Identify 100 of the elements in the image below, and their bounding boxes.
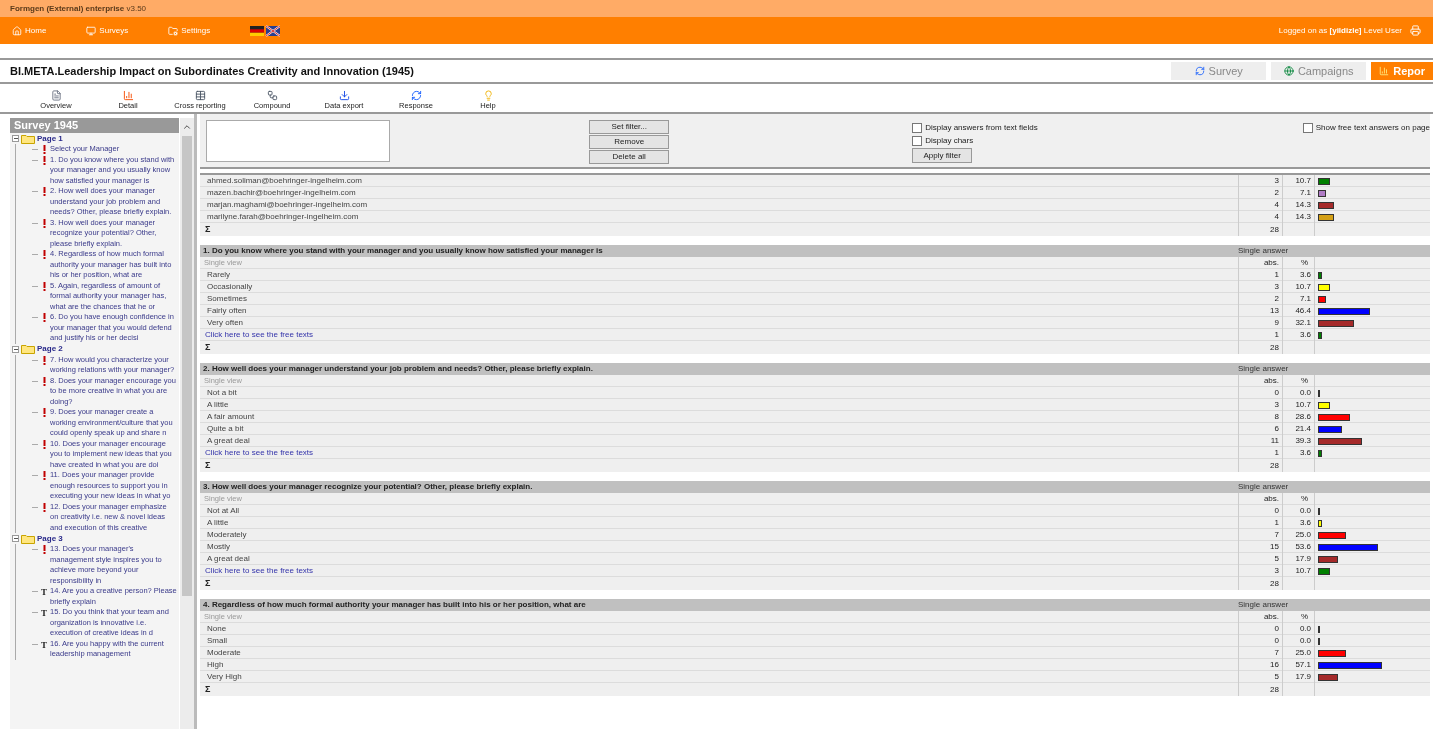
folder-icon [21,533,35,544]
answer-label: Rarely [206,269,232,281]
filter-button[interactable]: Remove [589,135,670,149]
tree-page[interactable]: Page 2 [37,343,63,355]
answer-label: Moderate [206,647,242,659]
lightbulb-icon [482,90,494,101]
free-texts-link[interactable]: Click here to see the free texts [200,565,1238,577]
exclamation-icon [42,218,46,228]
answer-label: A little [206,517,230,529]
filter-field[interactable] [206,120,391,162]
answer-label: High [206,659,225,671]
answer-label: Quite a bit [206,423,245,435]
answer-label: mazen.bachir@boehringer-ingelheim.com [206,187,357,199]
refresh-icon [410,90,422,101]
free-texts-link[interactable]: Click here to see the free texts [200,329,1238,341]
tree-page[interactable]: Page 1 [37,132,63,145]
exclamation-icon [42,408,46,417]
answer-label: Very often [206,317,245,329]
total-value: 28 [1238,683,1282,696]
total-value: 28 [1238,341,1282,354]
answer-label: Moderately [206,529,248,541]
answer-label: None [206,623,228,635]
login-status: Logged on as [yildizle] Level User [1278,24,1402,37]
answer-label: Not at All [206,505,240,517]
exclamation-icon [42,376,46,386]
sum-symbol: Σ [204,341,212,354]
question-title: 1. Do you know where you stand with your manager and you usually know how satisfied your manager is [202,245,604,257]
globe-icon [1283,66,1294,76]
text-marker: T [41,587,47,599]
answer-label: Occasionally [206,281,254,293]
total-value: 28 [1238,459,1282,472]
collapse-icon[interactable] [12,135,19,142]
answer-label: marilyne.farah@boehringer-ingelheim.com [206,211,360,223]
answer-type: Single answer [1238,481,1290,493]
filter-button[interactable]: Delete all [589,150,670,164]
exclamation-icon [42,545,46,554]
sum-symbol: Σ [204,223,212,236]
exclamation-icon [42,471,46,480]
exclamation-icon [42,502,46,512]
question-title: 3. How well does your manager recognize your potential? Other, please briefly explain. [202,481,534,493]
answer-label: A little [206,399,230,411]
question-title: 4. Regardless of how much formal authority your manager has built into his or her position, what are [202,599,587,611]
sum-symbol: Σ [204,459,212,472]
document-icon [50,90,62,101]
checkbox[interactable] [912,135,923,146]
answer-label: marjan.maghami@boehringer-ingelheim.com [206,199,369,211]
free-texts-link[interactable]: Click here to see the free texts [200,447,1238,459]
answer-label: Sometimes [206,293,248,305]
checkbox[interactable] [1302,122,1313,133]
answer-type: Single answer [1238,599,1290,611]
text-marker: T [41,608,47,620]
app-title: Formgen (External) enterprise v3.50 [10,2,147,15]
answer-label: Very High [206,671,243,683]
exclamation-icon [42,187,46,196]
sum-symbol: Σ [204,683,212,696]
answer-type: Single answer [1238,363,1290,375]
page-title: BI.META.Leadership Impact on Subordinates Creativity and Innovation (1945) [10,63,414,79]
flow-icon [266,90,278,101]
apply-filter-button[interactable]: Apply filter [912,148,973,163]
exclamation-icon [42,313,46,322]
sum-symbol: Σ [204,577,212,590]
exclamation-icon [42,250,46,259]
filter-button[interactable]: Set filter... [589,120,670,134]
collapse-icon[interactable] [12,535,19,542]
tree-page[interactable]: Page 3 [37,532,63,545]
flags-icon[interactable] [250,24,281,37]
download-icon [338,90,350,101]
answer-label: ahmed.soliman@boehringer-ingelheim.com [206,175,363,187]
bar-chart-icon [122,90,134,101]
checkbox-label: Display answers from text fields [925,121,1038,134]
total-value: 28 [1238,223,1282,236]
folder-gear-icon [168,25,179,36]
answer-label: Mostly [206,541,232,553]
scroll-up-icon[interactable] [182,122,193,132]
table-icon [194,90,206,101]
total-value: 28 [1238,577,1282,590]
folder-icon [21,344,35,354]
checkbox[interactable] [912,122,923,133]
scrollbar-thumb[interactable] [182,136,193,596]
text-marker: T [41,639,47,652]
answer-label: Small [206,635,228,647]
answer-label: Not a bit [206,387,238,399]
printer-icon[interactable] [1410,25,1421,36]
exclamation-icon [42,439,46,449]
bar-chart-icon [1379,66,1390,76]
exclamation-icon [42,281,46,291]
answer-label: A great deal [206,435,251,447]
sidebar-header: Survey 1945 [10,118,180,133]
checkbox-label: Show free text answers on page [1315,121,1430,134]
monitor-icon [86,25,97,36]
exclamation-icon [42,355,46,365]
collapse-icon[interactable] [12,345,19,353]
home-icon [12,25,22,36]
checkbox-label: Display chars [925,134,974,147]
answer-label: A great deal [206,553,251,565]
question-title: 2. How well does your manager understand your job problem and needs? Other, please briefly explain. [202,363,594,375]
answer-type: Single answer [1238,245,1290,257]
refresh-icon [1194,66,1205,76]
answer-label: Fairly often [206,305,248,317]
answer-label: A fair amount [206,411,256,423]
